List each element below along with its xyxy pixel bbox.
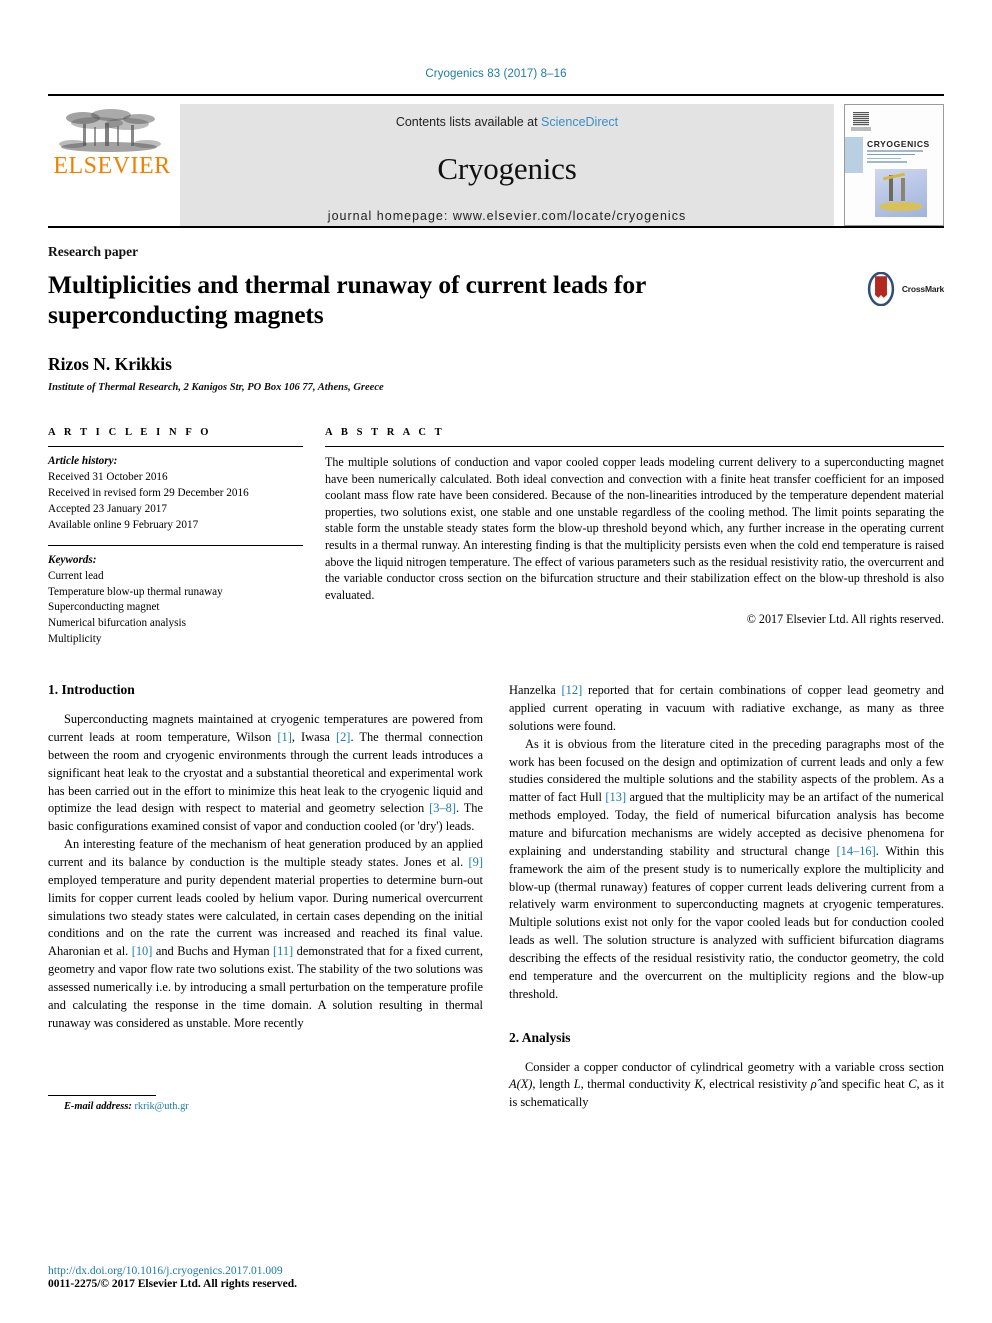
keyword-item: Temperature blow-up thermal runaway bbox=[48, 585, 223, 598]
paragraph: Superconducting magnets maintained at cr… bbox=[48, 711, 483, 836]
cover-text-lines bbox=[867, 150, 923, 165]
history-item: Accepted 23 January 2017 bbox=[48, 502, 167, 515]
abstract-text: The multiple solutions of conduction and… bbox=[325, 455, 944, 602]
keyword-item: Superconducting magnet bbox=[48, 601, 160, 614]
para-text: Hanzelka bbox=[509, 683, 562, 698]
cover-publisher-logo-base bbox=[851, 127, 871, 131]
author-name: Rizos N. Krikkis bbox=[48, 354, 172, 375]
running-head: Cryogenics 83 (2017) 8–16 bbox=[425, 68, 567, 80]
para-text: and Buchs and Hyman bbox=[152, 944, 273, 959]
abstract-rule bbox=[325, 446, 944, 448]
paper-page: Cryogenics 83 (2017) 8–16 ELSEVIER Conte… bbox=[0, 0, 992, 1323]
article-info-column: A R T I C L E I N F O Article history: R… bbox=[48, 427, 303, 648]
paragraph: Hanzelka [12] reported that for certain … bbox=[509, 682, 944, 736]
paragraph: As it is obvious from the literature cit… bbox=[509, 736, 944, 1004]
para-text: , length bbox=[532, 1077, 574, 1092]
abstract-copyright: © 2017 Elsevier Ltd. All rights reserved… bbox=[746, 612, 944, 627]
keyword-item: Multiplicity bbox=[48, 633, 102, 646]
crossmark-icon bbox=[867, 272, 895, 306]
masthead-bottom-rule bbox=[48, 226, 944, 228]
para-text: and specific heat bbox=[816, 1077, 909, 1092]
symbol-ax: A(X) bbox=[509, 1077, 533, 1092]
para-text: , electrical resistivity bbox=[702, 1077, 811, 1092]
para-text: , Iwasa bbox=[291, 729, 336, 744]
cover-publisher-logo-icon bbox=[853, 112, 869, 126]
abstract-column: A B S T R A C T The multiple solutions o… bbox=[325, 427, 944, 648]
footnote-label: E-mail address: bbox=[64, 1101, 132, 1113]
keyword-item: Numerical bifurcation analysis bbox=[48, 617, 186, 630]
crossmark-label: CrossMark bbox=[901, 284, 944, 294]
contents-prefix: Contents lists available at bbox=[395, 115, 542, 129]
symbol-c: C bbox=[908, 1077, 917, 1092]
body-column-right: Hanzelka [12] reported that for certain … bbox=[509, 682, 944, 1112]
symbol-l: L bbox=[573, 1077, 581, 1092]
keyword-item: Current lead bbox=[48, 569, 104, 582]
journal-title: Cryogenics bbox=[437, 151, 577, 186]
para-text: . Within this framework the aim of the p… bbox=[509, 843, 944, 1001]
citation-ref[interactable]: [2] bbox=[336, 730, 350, 744]
page-footer: http://dx.doi.org/10.1016/j.cryogenics.2… bbox=[48, 1265, 468, 1290]
footnote-block: E-mail address: rkrik@uth.gr bbox=[48, 1095, 483, 1112]
citation-ref[interactable]: [12] bbox=[562, 683, 583, 697]
elsevier-wordmark: ELSEVIER bbox=[53, 153, 171, 179]
citation-ref[interactable]: [11] bbox=[273, 944, 293, 958]
article-info-rule bbox=[48, 446, 303, 448]
sciencedirect-link[interactable]: ScienceDirect bbox=[541, 115, 618, 129]
cover-photo-mast-2 bbox=[901, 178, 905, 201]
history-item: Received 31 October 2016 bbox=[48, 471, 168, 484]
para-text: Consider a copper conductor of cylindric… bbox=[525, 1059, 944, 1074]
cover-journal-name: CRYOGENICS bbox=[867, 139, 930, 149]
keywords-rule bbox=[48, 544, 303, 546]
citation-ref[interactable]: [9] bbox=[469, 855, 483, 869]
keywords-label: Keywords: bbox=[48, 553, 97, 566]
article-type-kicker: Research paper bbox=[48, 244, 139, 259]
doi-link[interactable]: http://dx.doi.org/10.1016/j.cryogenics.2… bbox=[48, 1265, 468, 1277]
paragraph: Consider a copper conductor of cylindric… bbox=[509, 1059, 944, 1113]
journal-cover-thumbnail[interactable]: CRYOGENICS bbox=[844, 104, 944, 226]
citation-ref[interactable]: [10] bbox=[132, 944, 153, 958]
history-item: Received in revised form 29 December 201… bbox=[48, 486, 249, 499]
body-column-left: 1. Introduction Superconducting magnets … bbox=[48, 682, 483, 1112]
article-history-block: Article history: Received 31 October 201… bbox=[48, 454, 303, 534]
page-title: Multiplicities and thermal runaway of cu… bbox=[48, 270, 646, 330]
article-history-label: Article history: bbox=[48, 455, 118, 468]
para-text: An interesting feature of the mechanism … bbox=[48, 837, 483, 869]
symbol-k: K bbox=[694, 1077, 703, 1092]
citation-ref[interactable]: [3–8] bbox=[429, 801, 456, 815]
abstract-heading: A B S T R A C T bbox=[325, 427, 445, 439]
crossmark-badge[interactable]: CrossMark bbox=[864, 272, 944, 306]
elsevier-logo: ELSEVIER bbox=[48, 104, 176, 178]
journal-homepage-link[interactable]: journal homepage: www.elsevier.com/locat… bbox=[180, 209, 834, 223]
history-item: Available online 9 February 2017 bbox=[48, 518, 199, 531]
author-affiliation: Institute of Thermal Research, 2 Kanigos… bbox=[48, 382, 384, 394]
cover-photo bbox=[875, 169, 927, 217]
keywords-block: Keywords: Current lead Temperature blow-… bbox=[48, 553, 303, 648]
contents-available-line: Contents lists available at ScienceDirec… bbox=[180, 104, 834, 129]
citation-ref[interactable]: [13] bbox=[605, 790, 626, 804]
info-abstract-row: A R T I C L E I N F O Article history: R… bbox=[48, 427, 944, 648]
journal-masthead: ELSEVIER Contents lists available at Sci… bbox=[48, 94, 944, 226]
cover-left-bar bbox=[845, 137, 863, 173]
section-heading-analysis: 2. Analysis bbox=[509, 1029, 571, 1045]
body-columns: 1. Introduction Superconducting magnets … bbox=[48, 682, 944, 1112]
para-text: , thermal conductivity bbox=[580, 1077, 695, 1092]
article-info-heading: A R T I C L E I N F O bbox=[48, 427, 212, 439]
citation-ref[interactable]: [1] bbox=[277, 730, 291, 744]
issn-copyright: 0011-2275/© 2017 Elsevier Ltd. All right… bbox=[48, 1278, 298, 1290]
email-link[interactable]: rkrik@uth.gr bbox=[134, 1101, 188, 1112]
section-heading-introduction: 1. Introduction bbox=[48, 682, 135, 698]
citation-ref[interactable]: [14–16] bbox=[837, 844, 876, 858]
footnote-rule bbox=[48, 1095, 156, 1097]
paragraph: An interesting feature of the mechanism … bbox=[48, 836, 483, 1032]
footnote-text: E-mail address: rkrik@uth.gr bbox=[48, 1101, 483, 1112]
elsevier-tree-icon bbox=[59, 109, 161, 152]
journal-band: Contents lists available at ScienceDirec… bbox=[180, 104, 834, 226]
cover-photo-base bbox=[879, 202, 923, 211]
article-head: Research paper Multiplicities and therma… bbox=[48, 244, 944, 393]
